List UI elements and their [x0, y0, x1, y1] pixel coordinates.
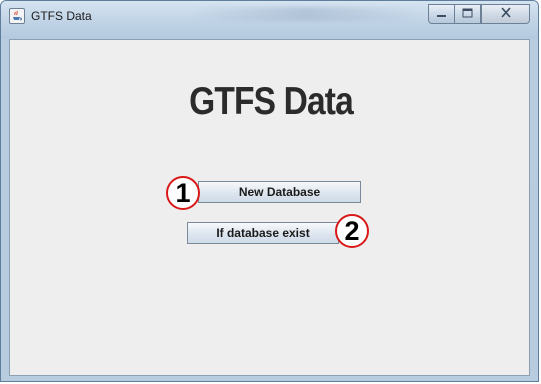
java-app-icon[interactable]: [9, 8, 25, 24]
if-database-exist-button[interactable]: If database exist: [187, 222, 339, 244]
close-icon: [500, 5, 512, 23]
annotation-marker-1: 1: [166, 176, 200, 210]
minimize-icon: [436, 5, 447, 23]
close-button[interactable]: [481, 4, 530, 24]
annotation-marker-2: 2: [335, 214, 369, 248]
minimize-button[interactable]: [428, 4, 455, 24]
title-bar-glass: [191, 7, 421, 21]
new-database-button[interactable]: New Database: [198, 181, 361, 203]
maximize-button[interactable]: [454, 4, 481, 24]
page-title: GTFS Data: [189, 80, 354, 123]
maximize-icon: [462, 5, 473, 23]
application-window: GTFS Data GTFS Data New Database If data…: [0, 0, 539, 382]
title-bar[interactable]: GTFS Data: [1, 1, 538, 39]
window-title: GTFS Data: [31, 9, 92, 23]
content-panel: GTFS Data New Database If database exist…: [9, 39, 530, 376]
